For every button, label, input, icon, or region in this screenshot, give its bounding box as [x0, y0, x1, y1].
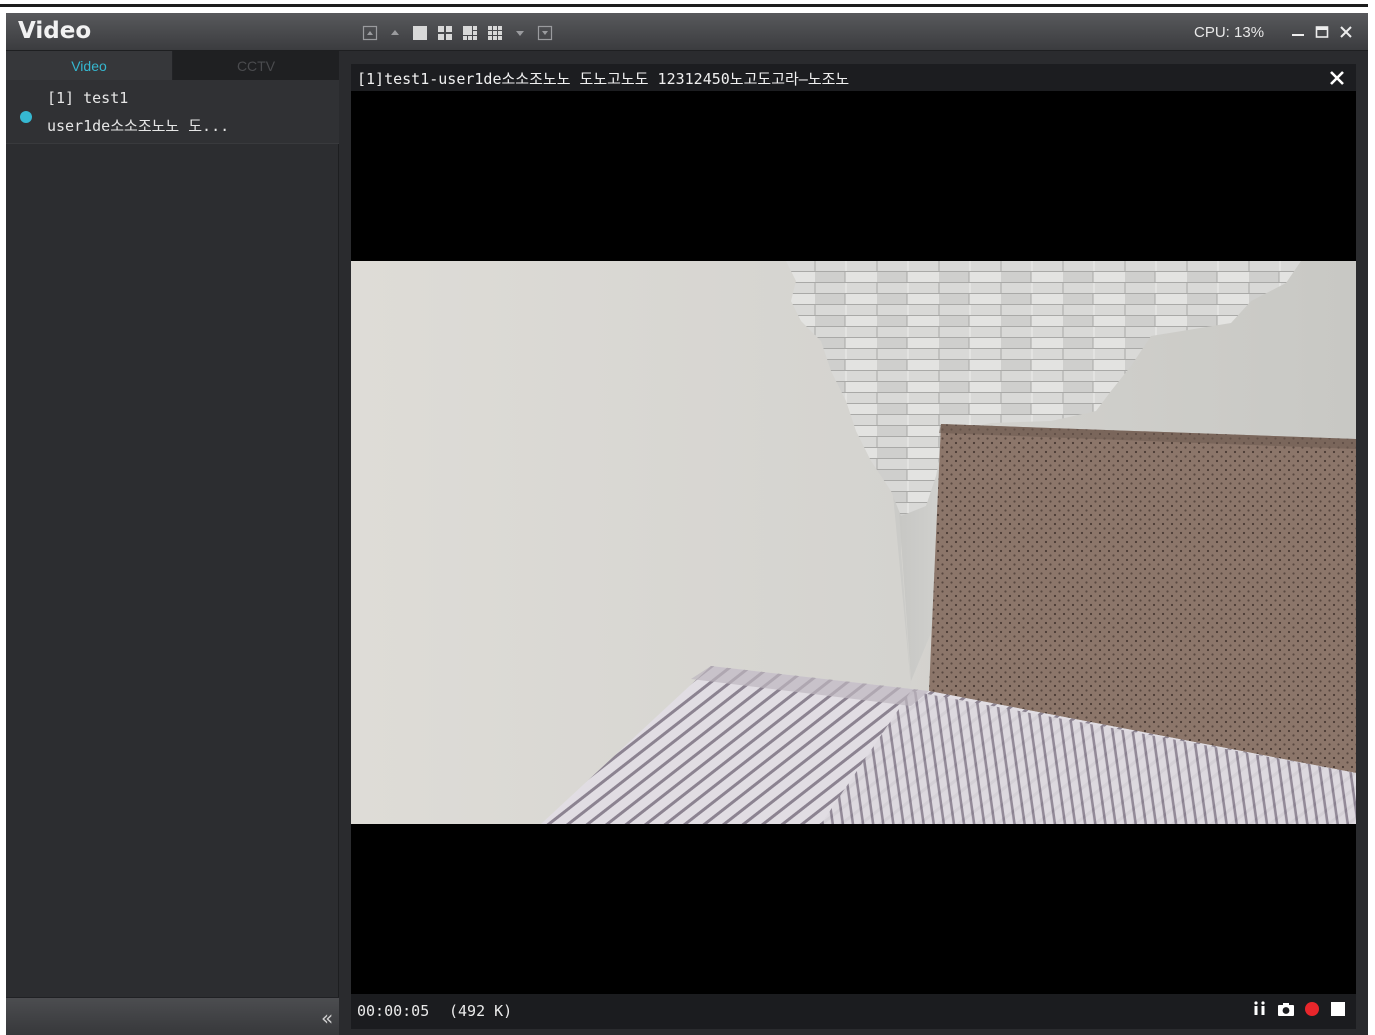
close-icon: [1340, 26, 1352, 38]
channel-status-dot: [20, 111, 32, 123]
viewer-title: [1]test1-user1de소소조노노 도노고노도 12312450노고도고…: [357, 70, 850, 88]
single-view-icon[interactable]: [412, 25, 428, 41]
scroll-down-icon[interactable]: [537, 25, 553, 41]
viewer-title-bar: [1]test1-user1de소소조노노 도노고노도 12312450노고도고…: [351, 64, 1356, 91]
app-title: Video: [18, 18, 92, 44]
stop-icon[interactable]: [1329, 1000, 1347, 1018]
scroll-up-icon[interactable]: [362, 25, 378, 41]
video-viewer[interactable]: [1]test1-user1de소소조노노 도노고노도 12312450노고도고…: [351, 64, 1356, 1029]
record-icon[interactable]: [1303, 1000, 1321, 1018]
close-icon[interactable]: [1329, 70, 1345, 86]
sidebar: Video CCTV [1] test1 user1de소소조노노 도... «: [6, 51, 339, 1035]
minimize-button[interactable]: [1288, 22, 1308, 42]
arrow-down-icon[interactable]: [512, 25, 528, 41]
data-size: (492 K): [449, 1002, 513, 1020]
channel-user: user1de소소조노노 도...: [47, 117, 230, 135]
top-border: [0, 4, 1368, 7]
arrow-up-icon[interactable]: [387, 25, 403, 41]
tab-cctv[interactable]: CCTV: [173, 51, 339, 80]
channel-name: [1] test1: [47, 89, 129, 107]
sidebar-tabs: Video CCTV: [6, 51, 339, 80]
maximize-button[interactable]: [1312, 22, 1332, 42]
video-frame: [351, 261, 1356, 824]
title-bar: Video CPU: 13%: [6, 13, 1368, 51]
sidebar-footer: «: [6, 997, 339, 1035]
quad-view-icon[interactable]: [437, 25, 453, 41]
snapshot-icon[interactable]: [1277, 1000, 1295, 1018]
six-view-icon[interactable]: [462, 25, 478, 41]
tab-video[interactable]: Video: [6, 51, 173, 80]
collapse-sidebar-button[interactable]: «: [321, 1006, 333, 1030]
video-window: Video CPU: 13% Video CCTV [1] test1 user…: [6, 13, 1368, 1035]
audio-icon[interactable]: [1251, 1000, 1269, 1018]
viewer-status-bar: 00:00:05 (492 K): [351, 994, 1356, 1029]
minimize-icon: [1292, 34, 1304, 36]
nine-view-icon[interactable]: [487, 25, 503, 41]
cpu-usage: CPU: 13%: [1194, 24, 1265, 41]
maximize-icon: [1315, 26, 1329, 38]
layout-toolbar: [362, 25, 553, 41]
channel-list-item[interactable]: [1] test1 user1de소소조노노 도...: [6, 80, 339, 144]
close-button[interactable]: [1336, 22, 1356, 42]
playback-time: 00:00:05: [357, 1002, 430, 1020]
